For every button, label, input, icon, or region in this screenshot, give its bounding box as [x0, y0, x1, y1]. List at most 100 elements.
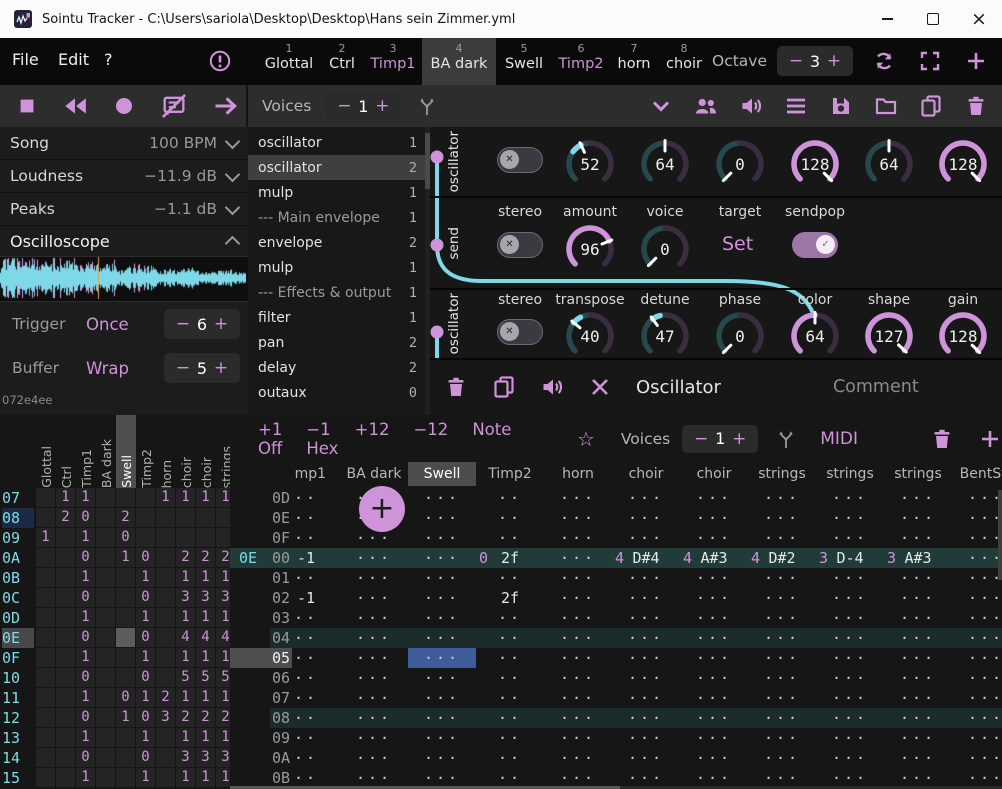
order-cell[interactable] [196, 528, 215, 547]
unit-list-item-pan[interactable]: pan 2 [248, 330, 425, 355]
pattern-track-header-choir[interactable]: choir [612, 462, 680, 486]
unit-list-item-outaux[interactable]: outaux 0 [248, 380, 425, 405]
delete-instrument-icon[interactable] [964, 94, 988, 118]
order-cell[interactable]: 0 [136, 748, 155, 767]
order-cell[interactable] [36, 548, 55, 567]
unit-list-item-mulp[interactable]: mulp 1 [248, 255, 425, 280]
pattern-cell[interactable]: ··· [544, 528, 612, 548]
order-cell[interactable]: 1 [196, 648, 215, 667]
pattern-cell[interactable]: ·· [272, 508, 340, 528]
pattern-cell[interactable]: ··· [408, 488, 476, 508]
order-cell[interactable]: 0 [76, 548, 95, 567]
pattern-cell[interactable]: ·· [272, 708, 340, 728]
order-cell[interactable]: 5 [196, 668, 215, 687]
order-cell[interactable]: 1 [176, 488, 195, 507]
order-cell[interactable] [156, 588, 175, 607]
sync-icon[interactable] [872, 49, 896, 73]
pattern-cell[interactable]: ··· [544, 508, 612, 528]
order-cell[interactable] [176, 508, 195, 527]
order-cell[interactable] [96, 608, 115, 627]
pattern-cell[interactable]: ··· [680, 688, 748, 708]
solo-icon[interactable] [739, 94, 763, 118]
pattern-cell[interactable]: ·· [476, 688, 544, 708]
pattern-cell[interactable]: ·· [476, 768, 544, 788]
order-cell[interactable] [116, 488, 135, 507]
pattern-cell[interactable]: ··· [952, 488, 1002, 508]
order-cell[interactable]: 2 [56, 508, 75, 527]
pattern-cell[interactable]: ··· [680, 568, 748, 588]
pattern-cell[interactable]: ··· [544, 708, 612, 728]
pattern-cell[interactable]: ··· [612, 648, 680, 668]
pattern-cell[interactable]: ··· [544, 548, 612, 568]
menu-item-file[interactable]: File [12, 50, 39, 69]
order-cell[interactable] [56, 528, 75, 547]
pattern-cell[interactable]: ·· [476, 668, 544, 688]
pattern-cell[interactable]: -1 [272, 588, 340, 608]
split-voices-icon[interactable] [415, 94, 439, 118]
order-cell[interactable] [36, 668, 55, 687]
song-setting-song[interactable]: Song 100 BPM [0, 127, 248, 160]
pattern-cell[interactable]: ··· [340, 668, 408, 688]
order-cell[interactable]: 1 [196, 608, 215, 627]
song-setting-loudness[interactable]: Loudness −11.9 dB [0, 160, 248, 193]
song-setting-peaks[interactable]: Peaks −1.1 dB [0, 193, 248, 226]
order-cell[interactable] [116, 668, 135, 687]
order-cell[interactable]: 0 [116, 528, 135, 547]
order-cell[interactable] [116, 768, 135, 787]
pattern-cell[interactable]: ··· [952, 508, 1002, 528]
pattern-cell[interactable]: ··· [884, 508, 952, 528]
order-cell[interactable] [116, 588, 135, 607]
order-cell[interactable] [176, 528, 195, 547]
order-cell[interactable] [36, 728, 55, 747]
order-cell[interactable] [96, 688, 115, 707]
pattern-cell[interactable]: ··· [340, 608, 408, 628]
pattern-cell[interactable]: ··· [612, 748, 680, 768]
pattern-cell[interactable]: ··· [952, 608, 1002, 628]
pattern-cell[interactable]: ··· [952, 568, 1002, 588]
order-cell[interactable]: 1 [116, 548, 135, 567]
order-cell[interactable] [156, 568, 175, 587]
pattern-cell[interactable]: ··· [884, 528, 952, 548]
order-cell[interactable] [156, 628, 175, 647]
order-cell[interactable] [56, 708, 75, 727]
order-cell[interactable]: 0 [76, 588, 95, 607]
order-cell[interactable] [136, 508, 155, 527]
order-cell[interactable]: 1 [76, 768, 95, 787]
order-cell[interactable]: 0 [116, 688, 135, 707]
pattern-track-header-swell[interactable]: Swell [408, 462, 476, 486]
pattern-cell[interactable]: ··· [340, 768, 408, 788]
pattern-cell[interactable]: ··· [748, 688, 816, 708]
pattern-cell[interactable]: ··· [748, 708, 816, 728]
instrument-tab-timp2[interactable]: 6 Timp2 [552, 38, 610, 85]
pattern-cell[interactable]: ··· [816, 688, 884, 708]
pattern-cell[interactable]: ··· [748, 748, 816, 768]
add-unit-button[interactable]: + [359, 486, 405, 532]
order-cell[interactable]: 0 [76, 628, 95, 647]
order-cell[interactable]: 3 [156, 708, 175, 727]
order-cell[interactable] [56, 648, 75, 667]
toggle-stereo[interactable]: ✕ [497, 319, 543, 345]
stop-button[interactable] [16, 95, 38, 117]
trigger-minus-button[interactable]: − [175, 314, 191, 334]
order-cell[interactable] [116, 648, 135, 667]
pattern-cell[interactable]: ··· [680, 728, 748, 748]
order-track-header-choir[interactable]: choir [196, 415, 216, 488]
record-button[interactable] [112, 94, 136, 118]
pattern-cell[interactable]: ··· [612, 628, 680, 648]
pattern-cell[interactable]: ··· [544, 608, 612, 628]
order-cell[interactable]: 4 [216, 628, 230, 647]
split-track-icon[interactable] [774, 427, 798, 451]
order-cell[interactable]: 1 [216, 488, 230, 507]
order-cell[interactable] [36, 708, 55, 727]
pattern-cell[interactable]: ··· [748, 608, 816, 628]
pattern-cell[interactable]: ··· [544, 488, 612, 508]
order-cell[interactable] [156, 768, 175, 787]
pattern-cell[interactable]: ··· [408, 508, 476, 528]
pattern-cell[interactable]: ·· [476, 528, 544, 548]
order-cell[interactable]: 1 [196, 488, 215, 507]
instrument-tab-choir[interactable]: 8 choir [658, 38, 710, 85]
order-cell[interactable] [116, 568, 135, 587]
pattern-cell[interactable]: ··· [612, 588, 680, 608]
pattern-cell[interactable]: ··· [680, 708, 748, 728]
pattern-cell[interactable]: ·· [476, 648, 544, 668]
